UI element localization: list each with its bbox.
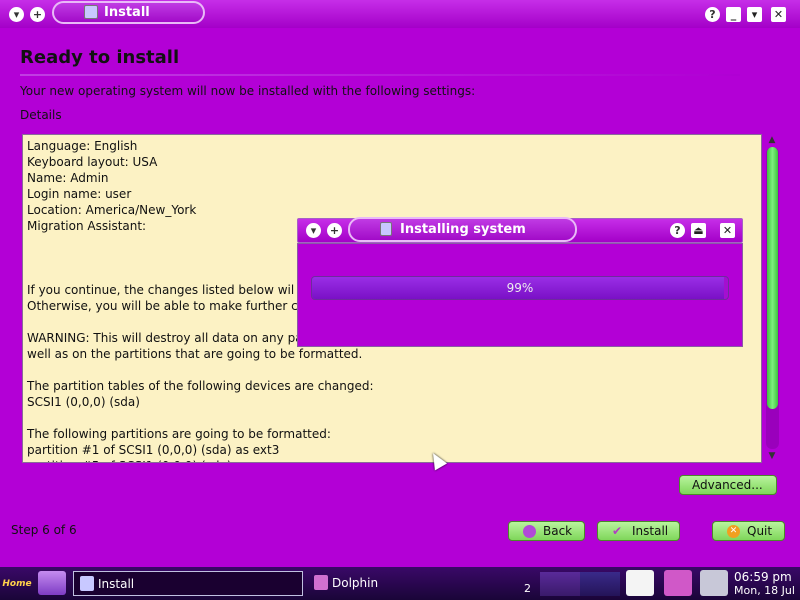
details-line: Name: Admin [27,171,109,185]
page-subtitle: Your new operating system will now be in… [20,84,476,98]
help-icon[interactable]: ? [705,7,720,22]
install-progress-bar: 99% [311,276,729,300]
dolphin-task-icon [314,575,328,590]
task-dolphin-label: Dolphin [332,576,379,590]
dialog-app-icon [380,222,392,236]
window-title-pill: Install [52,1,205,24]
installing-dialog: ▾ + Installing system ? ⏏ ✕ 99% [297,217,743,347]
close-icon[interactable]: ✕ [771,7,786,22]
start-menu-button[interactable]: Home [2,571,32,597]
step-indicator: Step 6 of 6 [11,523,77,537]
details-line: The partition tables of the following de… [27,379,374,393]
dialog-titlebar[interactable]: ▾ + Installing system ? ⏏ ✕ [297,217,743,243]
add-icon[interactable]: + [30,7,45,22]
task-install[interactable]: Install [73,571,303,596]
details-line: SCSI1 (0,0,0) (sda) [27,395,140,409]
quit-button[interactable]: ✕ Quit [712,521,785,541]
advanced-button-label: Advanced... [692,478,763,492]
details-line: well as on the partitions that are going… [27,347,363,361]
dialog-shade-icon[interactable]: ⏏ [691,223,706,238]
window-titlebar[interactable]: ▾ + Install ? _ ▾ ✕ [0,0,800,28]
desktop-pager-number: 2 [524,582,531,595]
dialog-add-icon[interactable]: + [327,223,342,238]
pager-desktop-1[interactable] [540,572,580,596]
folder-launcher-icon[interactable] [38,571,66,595]
details-line: partition #1 of SCSI1 (0,0,0) (sda) as e… [27,443,280,457]
quit-button-label: Quit [747,524,773,538]
install-button-label: Install [632,524,669,538]
start-logo-text: Home [2,579,32,589]
details-scrollbar[interactable]: ▲ ▼ [763,134,781,463]
page-title: Ready to install [20,47,180,68]
advanced-button[interactable]: Advanced... [679,475,777,495]
clipboard-icon[interactable] [626,570,654,596]
progress-percent: 99% [506,281,534,295]
details-line: Keyboard layout: USA [27,155,158,169]
settings-icon[interactable] [700,570,728,596]
scroll-up-icon[interactable]: ▲ [766,134,778,146]
heading-divider [20,74,740,76]
menu-down-icon[interactable]: ▾ [9,7,24,22]
task-dolphin[interactable]: Dolphin [308,571,518,596]
check-icon: ✔ [612,524,623,538]
details-line: partition #5 of SCSI1 (0,0,0) (sda) as s… [27,458,374,462]
pager-desktop-2[interactable] [580,572,620,596]
install-task-icon [80,576,94,591]
scroll-track[interactable] [766,147,779,449]
details-line: Location: America/New_York [27,203,197,217]
clock-date: Mon, 18 Jul [734,584,795,597]
app-icon [84,5,98,19]
quit-x-icon: ✕ [727,525,740,538]
dialog-close-icon[interactable]: ✕ [720,223,735,238]
clock-time: 06:59 pm [734,570,792,584]
back-arrow-icon [523,525,536,538]
back-button[interactable]: Back [508,521,585,541]
dialog-title: Installing system [400,222,526,237]
back-button-label: Back [543,524,573,538]
dialog-menu-down-icon[interactable]: ▾ [306,223,321,238]
scroll-down-icon[interactable]: ▼ [766,450,778,462]
shade-icon[interactable]: ▾ [747,7,762,22]
details-line: Language: English [27,139,138,153]
dialog-title-pill: Installing system [348,217,577,242]
dialog-body: 99% [297,243,743,347]
window-title: Install [104,5,150,20]
details-line [27,410,374,426]
clock[interactable]: 06:59 pm Mon, 18 Jul [734,570,795,597]
scroll-thumb[interactable] [767,147,778,409]
details-line: The following partitions are going to be… [27,427,331,441]
task-install-label: Install [98,577,135,591]
details-label: Details [20,108,62,122]
details-line: Login name: user [27,187,132,201]
network-icon[interactable] [664,570,692,596]
dialog-help-icon[interactable]: ? [670,223,685,238]
install-button[interactable]: ✔ Install [597,521,680,541]
minimize-icon[interactable]: _ [726,7,741,22]
details-line [27,362,374,378]
